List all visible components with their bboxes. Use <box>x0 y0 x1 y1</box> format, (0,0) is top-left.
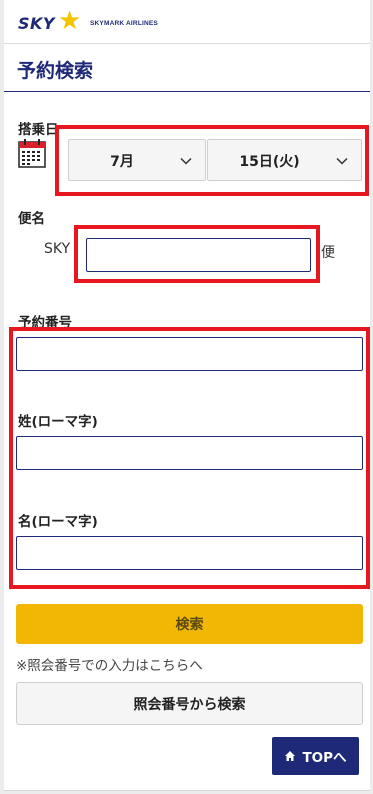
day-select-value: 15日(火) <box>239 154 300 170</box>
top-button[interactable]: TOPへ <box>272 737 359 775</box>
flight-number-input[interactable] <box>86 238 311 272</box>
first-name-label: 名(ローマ字) <box>18 514 98 530</box>
chevron-down-icon <box>336 157 348 165</box>
logo-bar: SKY ★ SKYMARK AIRLINES <box>4 0 370 44</box>
logo-sky-text: SKY <box>18 14 56 33</box>
flight-prefix: SKY <box>44 241 71 257</box>
home-icon <box>285 751 296 761</box>
star-logo-icon: ★ <box>58 6 82 36</box>
flight-suffix: 便 <box>321 245 335 261</box>
month-select[interactable]: 7月 <box>68 139 206 181</box>
reservation-number-input[interactable] <box>16 337 363 371</box>
title-divider <box>4 91 370 92</box>
date-label: 搭乗日 <box>18 122 59 138</box>
last-name-label: 姓(ローマ字) <box>18 414 98 430</box>
month-select-value: 7月 <box>110 154 134 170</box>
first-name-input[interactable] <box>16 536 363 570</box>
logo-airline-text: SKYMARK AIRLINES <box>90 20 158 27</box>
reference-search-button-label: 照会番号から検索 <box>133 696 246 713</box>
day-select[interactable]: 15日(火) <box>207 139 362 181</box>
chevron-down-icon <box>180 157 192 165</box>
reference-search-button[interactable]: 照会番号から検索 <box>16 682 363 725</box>
top-button-label: TOPへ <box>302 750 347 766</box>
last-name-input[interactable] <box>16 436 363 470</box>
reservation-number-label: 予約番号 <box>18 315 72 331</box>
page-title: 予約検索 <box>17 60 94 82</box>
flight-label: 便名 <box>18 211 45 227</box>
search-button-label: 検索 <box>175 617 204 633</box>
reference-note: ※照会番号での入力はこちらへ <box>16 658 203 674</box>
calendar-icon[interactable] <box>18 138 46 168</box>
search-button[interactable]: 検索 <box>16 604 363 644</box>
page: SKY ★ SKYMARK AIRLINES 予約検索 搭乗日 7月 15日(火… <box>4 0 370 791</box>
